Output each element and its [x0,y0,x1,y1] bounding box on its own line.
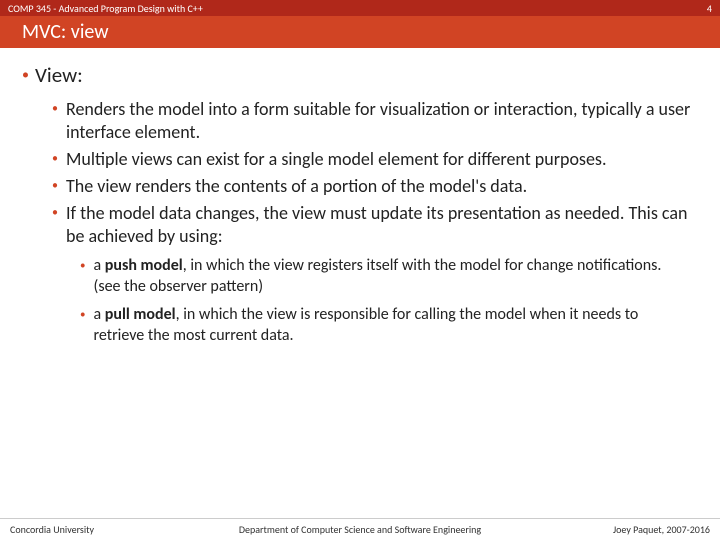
bullet-text: The view renders the contents of a porti… [66,175,527,198]
text-rest: , in which the view is responsible for c… [93,305,638,344]
bullet-icon: • [52,175,58,198]
bullet-item: • Multiple views can exist for a single … [52,148,692,171]
sub-bullet-item: • a push model, in which the view regist… [80,256,692,297]
bullet-icon: • [52,202,58,248]
bullet-icon: • [52,98,58,144]
heading-text: View: [35,62,83,88]
text-prefix: a [93,256,104,275]
bullet-icon: • [80,256,85,297]
footer-left: Concordia University [10,523,94,536]
slide-content: • View: • Renders the model into a form s… [0,48,720,346]
bullet-icon: • [80,305,85,346]
bullet-item: • Renders the model into a form suitable… [52,98,692,144]
bullet-text: Multiple views can exist for a single mo… [66,148,607,171]
bullet-icon: • [22,66,29,83]
bullet-text: Renders the model into a form suitable f… [66,98,692,144]
sub-bullet-text: a pull model, in which the view is respo… [93,305,692,346]
bullet-item: • If the model data changes, the view mu… [52,202,692,248]
footer-right: Joey Paquet, 2007-2016 [613,523,710,536]
text-bold: push model [105,256,183,275]
slide-title-band: MVC: view [0,16,720,48]
top-bar: COMP 345 - Advanced Program Design with … [0,0,720,16]
text-prefix: a [93,305,104,324]
heading-view: • View: [22,62,692,88]
course-title: COMP 345 - Advanced Program Design with … [8,2,203,15]
sub-bullet-item: • a pull model, in which the view is res… [80,305,692,346]
slide-title: MVC: view [22,20,109,44]
bullet-item: • The view renders the contents of a por… [52,175,692,198]
bullet-icon: • [52,148,58,171]
page-number: 4 [707,2,712,15]
text-bold: pull model [105,305,176,324]
bullet-text: If the model data changes, the view must… [66,202,692,248]
sub-bullet-text: a push model, in which the view register… [93,256,692,297]
footer: Concordia University Department of Compu… [0,518,720,540]
